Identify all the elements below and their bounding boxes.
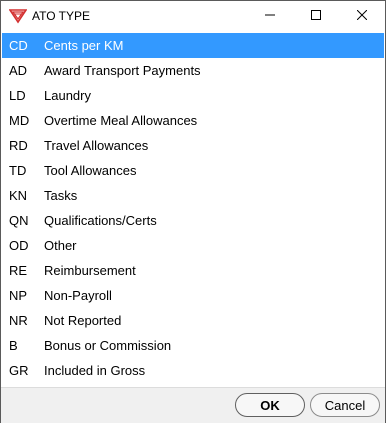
list-item[interactable]: GR Included in Gross [2, 358, 384, 383]
item-label: Travel Allowances [44, 138, 149, 153]
window-title: ATO TYPE [32, 9, 91, 23]
item-code: RE [9, 263, 28, 278]
item-code: RD [9, 138, 28, 153]
list-item[interactable]: MD Overtime Meal Allowances [2, 108, 384, 133]
list-item[interactable]: RE Reimbursement [2, 258, 384, 283]
item-code: QN [9, 213, 29, 228]
maximize-icon [311, 7, 321, 25]
item-label: Not Reported [44, 313, 122, 328]
close-icon [356, 7, 368, 25]
close-button[interactable] [339, 1, 385, 31]
item-label: Qualifications/Certs [44, 213, 157, 228]
item-label: Tool Allowances [44, 163, 137, 178]
item-code: NP [9, 288, 28, 303]
list-item[interactable]: OD Other [2, 233, 384, 258]
item-label: Award Transport Payments [44, 63, 201, 78]
maximize-button[interactable] [293, 1, 339, 31]
item-label: Bonus or Commission [44, 338, 172, 353]
item-code: MD [9, 113, 30, 128]
item-code: NR [9, 313, 28, 328]
item-label: Non-Payroll [44, 288, 112, 303]
title-bar[interactable]: ATO TYPE [1, 1, 385, 31]
item-label: Included in Gross [44, 363, 146, 378]
item-label: Laundry [44, 88, 91, 103]
list-item[interactable]: LD Laundry [2, 83, 384, 108]
list-item[interactable]: TD Tool Allowances [2, 158, 384, 183]
list-item[interactable]: KN Tasks [2, 183, 384, 208]
item-label: Other [44, 238, 77, 253]
item-label: Tasks [44, 188, 78, 203]
list-item[interactable]: RD Travel Allowances [2, 133, 384, 158]
item-code: GR [9, 363, 29, 378]
list-item[interactable]: QN Qualifications/Certs [2, 208, 384, 233]
item-code: CD [9, 38, 28, 53]
minimize-icon [265, 7, 275, 25]
list-item[interactable]: NR Not Reported [2, 308, 384, 333]
item-label: Overtime Meal Allowances [44, 113, 198, 128]
cancel-button[interactable]: Cancel [310, 393, 380, 417]
item-code: AD [9, 63, 28, 78]
item-code: KN [9, 188, 28, 203]
item-label: Cents per KM [44, 38, 124, 53]
item-code: OD [9, 238, 29, 253]
item-label: Reimbursement [44, 263, 136, 278]
ato-type-list[interactable]: CD Cents per KM AD Award Transport Payme… [2, 33, 384, 387]
list-item[interactable]: B Bonus or Commission [2, 333, 384, 358]
list-item[interactable]: AD Award Transport Payments [2, 58, 384, 83]
dialog-footer: OK Cancel [1, 387, 385, 423]
list-item[interactable]: NP Non-Payroll [2, 283, 384, 308]
minimize-button[interactable] [247, 1, 293, 31]
ok-button[interactable]: OK [235, 393, 305, 417]
item-code: B [9, 338, 18, 353]
dialog-window: ATO TYPE CD Cents per KM AD Award Transp… [0, 0, 386, 423]
item-code: LD [9, 88, 26, 103]
list-item[interactable]: CD Cents per KM [2, 33, 384, 58]
item-code: TD [9, 163, 27, 178]
app-logo-icon [8, 8, 28, 24]
